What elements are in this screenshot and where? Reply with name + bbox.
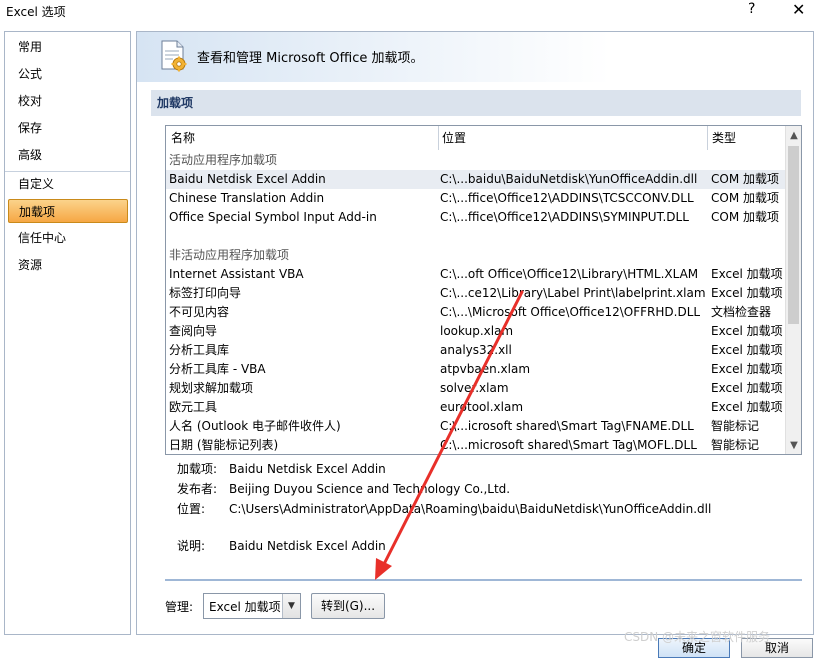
addin-location: C:\...baidu\BaiduNetdisk\YunOfficeAddin.… bbox=[440, 172, 698, 186]
addin-type: 智能标记 bbox=[711, 419, 760, 433]
addin-type: Excel 加载项 bbox=[711, 362, 783, 376]
column-divider bbox=[438, 126, 439, 150]
detail-description-value: Baidu Netdisk Excel Addin bbox=[229, 539, 386, 553]
detail-description-label: 说明: bbox=[177, 539, 206, 553]
addin-type: Excel 加载项 bbox=[711, 343, 783, 357]
table-row[interactable]: 标签打印向导 C:\...ce12\Library\Label Print\la… bbox=[166, 284, 786, 303]
addin-type: COM 加载项 bbox=[711, 172, 779, 186]
options-nav: 常用 公式 校对 保存 高级 自定义 加载项 信任中心 资源 bbox=[4, 31, 131, 635]
addin-location: C:\...oft Office\Office12\Library\HTML.X… bbox=[440, 267, 699, 281]
nav-item-general[interactable]: 常用 bbox=[8, 35, 128, 59]
go-button[interactable]: 转到(G)... bbox=[311, 593, 385, 619]
addin-type: COM 加载项 bbox=[711, 210, 779, 224]
table-row[interactable]: 人名 (Outlook 电子邮件收件人) C:\...icrosoft shar… bbox=[166, 417, 786, 436]
detail-addin-value: Baidu Netdisk Excel Addin bbox=[229, 462, 386, 476]
table-row[interactable]: Internet Assistant VBA C:\...oft Office\… bbox=[166, 265, 786, 284]
addins-list[interactable]: 名称 位置 类型 活动应用程序加载项 Baidu Netdisk Excel A… bbox=[165, 125, 802, 455]
detail-addin-label: 加载项: bbox=[177, 462, 218, 476]
addins-panel: 查看和管理 Microsoft Office 加载项。 加载项 名称 位置 类型… bbox=[136, 31, 814, 635]
manage-select[interactable]: Excel 加载项 ▼ bbox=[203, 593, 301, 619]
addin-name: 日期 (智能标记列表) bbox=[169, 438, 279, 452]
table-row[interactable]: 欧元工具 eurotool.xlam Excel 加载项 bbox=[166, 398, 786, 417]
addin-name: Chinese Translation Addin bbox=[169, 191, 325, 205]
addin-name: 不可见内容 bbox=[169, 305, 230, 319]
column-header-type[interactable]: 类型 bbox=[712, 126, 736, 150]
panel-header-text: 查看和管理 Microsoft Office 加载项。 bbox=[197, 51, 424, 66]
detail-publisher-label: 发布者: bbox=[177, 482, 218, 496]
table-row[interactable]: 规划求解加载项 solver.xlam Excel 加载项 bbox=[166, 379, 786, 398]
group-label-inactive: 非活动应用程序加载项 bbox=[169, 248, 290, 262]
addin-type: 文档检查器 bbox=[711, 305, 772, 319]
table-row[interactable]: 分析工具库 - VBA atpvbaen.xlam Excel 加载项 bbox=[166, 360, 786, 379]
addin-name: 分析工具库 - VBA bbox=[169, 362, 266, 376]
addin-type: COM 加载项 bbox=[711, 191, 779, 205]
nav-item-customize[interactable]: 自定义 bbox=[8, 172, 128, 196]
scroll-up-icon[interactable]: ▲ bbox=[786, 128, 801, 144]
table-row[interactable]: 日期 (智能标记列表) C:\...microsoft shared\Smart… bbox=[166, 436, 786, 454]
addin-location: analys32.xll bbox=[440, 343, 512, 357]
addin-type: Excel 加载项 bbox=[711, 267, 783, 281]
addin-location: C:\...ffice\Office12\ADDINS\TCSCCONV.DLL bbox=[440, 191, 694, 205]
column-divider bbox=[707, 126, 708, 150]
addin-location: C:\...ffice\Office12\ADDINS\SYMINPUT.DLL bbox=[440, 210, 689, 224]
addin-type: Excel 加载项 bbox=[711, 400, 783, 414]
addin-name: Baidu Netdisk Excel Addin bbox=[169, 172, 326, 186]
nav-item-formulas[interactable]: 公式 bbox=[8, 62, 128, 86]
table-row[interactable]: Chinese Translation Addin C:\...ffice\Of… bbox=[166, 189, 786, 208]
addin-name: 分析工具库 bbox=[169, 343, 230, 357]
addin-type: Excel 加载项 bbox=[711, 286, 783, 300]
detail-location-value: C:\Users\Administrator\AppData\Roaming\b… bbox=[229, 502, 712, 516]
addin-name: Office Special Symbol Input Add-in bbox=[169, 210, 377, 224]
addin-name: 人名 (Outlook 电子邮件收件人) bbox=[169, 419, 341, 433]
scroll-thumb[interactable] bbox=[788, 146, 799, 324]
addin-name: 规划求解加载项 bbox=[169, 381, 254, 395]
title-bar: Excel 选项 ? ✕ bbox=[0, 0, 818, 26]
addin-type: 智能标记 bbox=[711, 438, 760, 452]
addin-name: 欧元工具 bbox=[169, 400, 218, 414]
table-row[interactable]: 不可见内容 C:\...\Microsoft Office\Office12\O… bbox=[166, 303, 786, 322]
list-scrollbar[interactable]: ▲ ▼ bbox=[785, 126, 801, 454]
nav-item-advanced[interactable]: 高级 bbox=[8, 143, 128, 167]
addin-location: eurotool.xlam bbox=[440, 400, 524, 414]
nav-item-proofing[interactable]: 校对 bbox=[8, 89, 128, 113]
addin-location: atpvbaen.xlam bbox=[440, 362, 531, 376]
addin-name: 查阅向导 bbox=[169, 324, 218, 338]
addin-name: Internet Assistant VBA bbox=[169, 267, 304, 281]
addin-document-gear-icon bbox=[161, 40, 187, 72]
addin-name: 标签打印向导 bbox=[169, 286, 242, 300]
table-row[interactable]: Baidu Netdisk Excel Addin C:\...baidu\Ba… bbox=[166, 170, 786, 189]
detail-publisher-value: Beijing Duyou Science and Technology Co.… bbox=[229, 482, 511, 496]
column-header-name[interactable]: 名称 bbox=[171, 126, 195, 150]
nav-item-resources[interactable]: 资源 bbox=[8, 253, 128, 277]
nav-item-trust-center[interactable]: 信任中心 bbox=[8, 226, 128, 250]
scroll-down-icon[interactable]: ▼ bbox=[786, 438, 801, 454]
addin-location: lookup.xlam bbox=[440, 324, 514, 338]
panel-header: 查看和管理 Microsoft Office 加载项。 bbox=[137, 32, 813, 82]
addin-type: Excel 加载项 bbox=[711, 324, 783, 338]
divider-line bbox=[165, 579, 802, 581]
close-icon[interactable]: ✕ bbox=[792, 0, 805, 19]
addin-type: Excel 加载项 bbox=[711, 381, 783, 395]
addin-location: C:\...icrosoft shared\Smart Tag\FNAME.DL… bbox=[440, 419, 694, 433]
detail-location-label: 位置: bbox=[177, 502, 206, 516]
help-icon[interactable]: ? bbox=[748, 1, 755, 17]
section-title: 加载项 bbox=[151, 90, 801, 116]
nav-item-addins[interactable]: 加载项 bbox=[8, 199, 128, 223]
addin-location: C:\...ce12\Library\Label Print\labelprin… bbox=[440, 286, 706, 300]
group-label-active: 活动应用程序加载项 bbox=[169, 153, 278, 167]
chevron-down-icon[interactable]: ▼ bbox=[282, 594, 300, 618]
watermark: CSDN @未来之窗软件服务 bbox=[624, 630, 771, 644]
addin-location: solver.xlam bbox=[440, 381, 509, 395]
window-title: Excel 选项 bbox=[6, 5, 66, 19]
addin-location: C:\...\Microsoft Office\Office12\OFFRHD.… bbox=[440, 305, 701, 319]
addin-location: C:\...microsoft shared\Smart Tag\MOFL.DL… bbox=[440, 438, 697, 452]
manage-label: 管理: bbox=[165, 600, 194, 614]
column-header-location[interactable]: 位置 bbox=[442, 126, 466, 150]
table-row[interactable]: 查阅向导 lookup.xlam Excel 加载项 bbox=[166, 322, 786, 341]
manage-select-value: Excel 加载项 bbox=[209, 600, 281, 614]
table-row[interactable]: Office Special Symbol Input Add-in C:\..… bbox=[166, 208, 786, 227]
table-row[interactable]: 分析工具库 analys32.xll Excel 加载项 bbox=[166, 341, 786, 360]
nav-item-save[interactable]: 保存 bbox=[8, 116, 128, 140]
